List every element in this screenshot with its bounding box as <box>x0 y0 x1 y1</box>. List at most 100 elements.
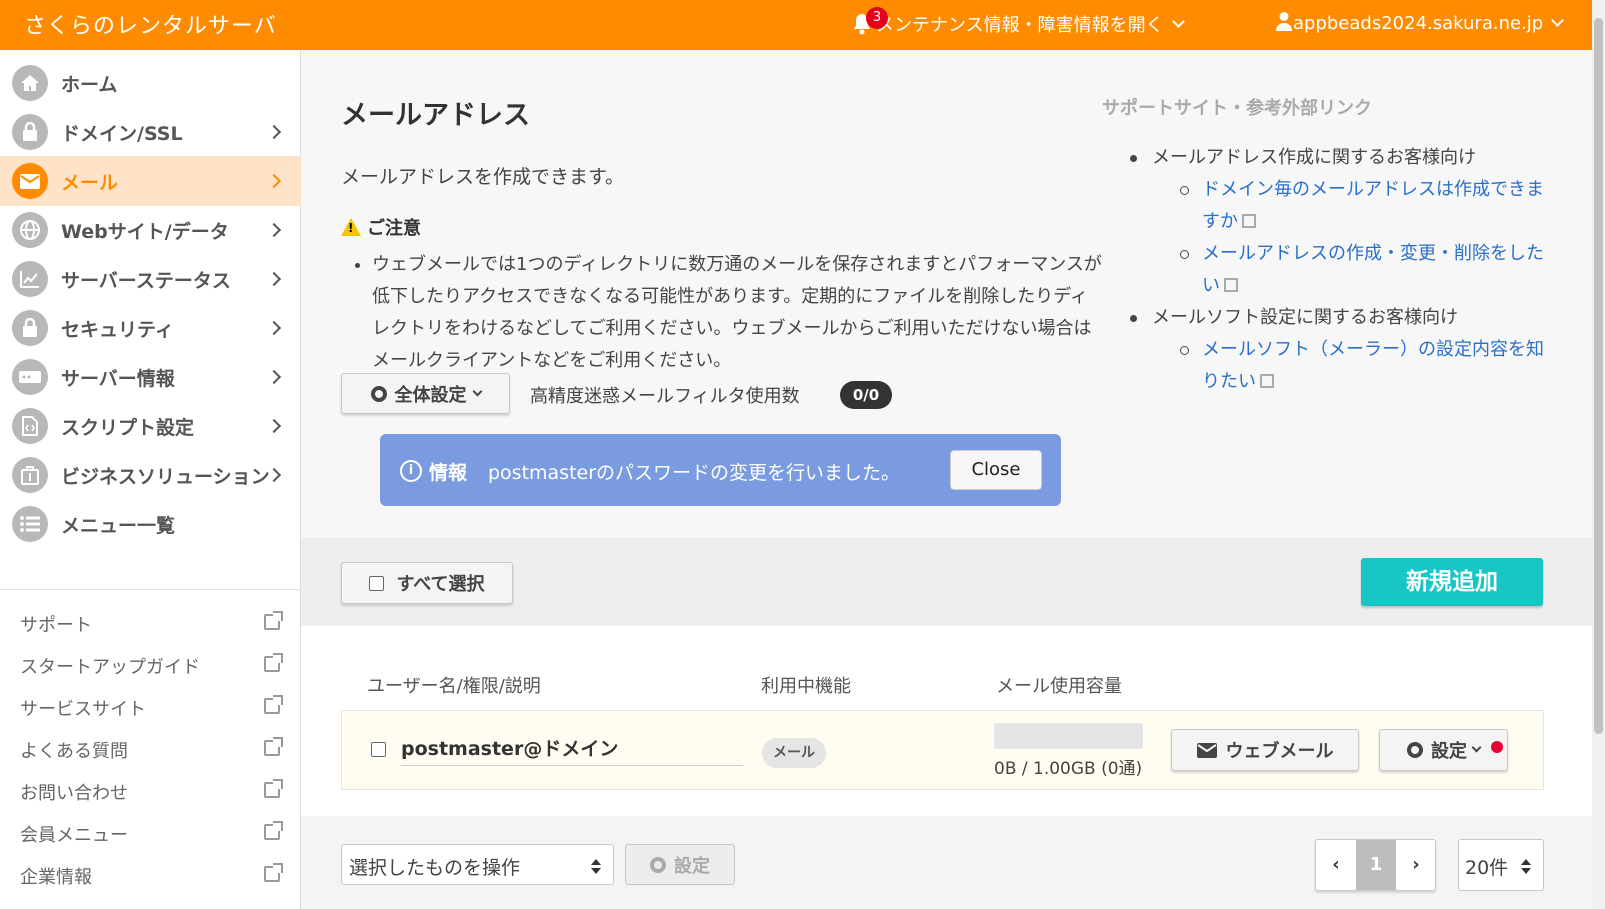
chevron-right-icon <box>266 369 282 385</box>
chevron-right-icon <box>266 222 282 238</box>
external-link-icon <box>264 779 283 798</box>
warning-icon: ! <box>341 218 361 236</box>
mail-icon <box>1196 742 1217 758</box>
chevron-right-icon <box>266 173 282 189</box>
sidebar-item-home[interactable]: ホーム <box>0 58 301 108</box>
caution-list: ウェブメールでは1つのディレクトリに数万通のメールを保存されますとパフォーマンス… <box>352 249 1102 377</box>
support-link[interactable]: ドメイン毎のメールアドレスは作成できますか <box>1130 174 1550 238</box>
prev-page-button[interactable]: ‹ <box>1316 840 1356 890</box>
top-bar: さくらのレンタルサーバ 3 メンテナンス情報・障害情報を開く appbeads2… <box>0 0 1592 50</box>
row-checkbox[interactable] <box>371 742 386 757</box>
gear-icon <box>1407 742 1423 758</box>
account-name: appbeads2024.sakura.ne.jp <box>1293 13 1544 34</box>
user-name-link[interactable]: postmaster@ドメイン <box>401 734 618 761</box>
pagination: ‹ 1 › <box>1315 839 1436 891</box>
select-all-checkbox[interactable] <box>369 575 385 591</box>
sidebar-item-server-info[interactable]: サーバー情報 <box>0 352 301 402</box>
row-settings-button[interactable]: 設定 <box>1379 729 1508 771</box>
chevron-down-icon <box>1551 14 1565 27</box>
sidebar-item-script-settings[interactable]: スクリプト設定 <box>0 401 301 451</box>
chevron-right-icon <box>266 418 282 434</box>
global-settings-button[interactable]: 全体設定 <box>341 373 510 414</box>
chevron-right-icon <box>266 320 282 336</box>
bulk-settings-button[interactable]: 設定 <box>625 844 735 885</box>
info-alert: i 情報 postmasterのパスワードの変更を行いました。 Close <box>380 434 1061 506</box>
support-link[interactable]: メールソフト（メーラー）の設定内容を知りたい <box>1130 334 1550 398</box>
caution-heading: ! ご注意 <box>341 214 421 240</box>
usage-bar <box>994 723 1143 749</box>
sidebar-item-label: ホーム <box>61 73 118 96</box>
select-all-button[interactable]: すべて選択 <box>341 562 513 604</box>
lock-icon <box>12 310 48 346</box>
external-link-icon <box>264 821 283 840</box>
close-button[interactable]: Close <box>950 450 1042 490</box>
external-link-contact[interactable]: お問い合わせ <box>20 779 283 805</box>
page-number-current[interactable]: 1 <box>1356 840 1396 890</box>
support-category: メールソフト設定に関するお客様向け <box>1130 302 1550 334</box>
server-icon <box>12 359 48 395</box>
external-link-icon <box>264 611 283 630</box>
gear-icon <box>650 856 666 873</box>
domain-lock-icon <box>12 114 48 150</box>
sidebar-item-label: セキュリティ <box>61 318 174 341</box>
support-links: メールアドレス作成に関するお客様向け ドメイン毎のメールアドレスは作成できますか… <box>1130 142 1550 398</box>
sidebar-item-label: ビジネスソリューション <box>61 465 270 488</box>
caution-title: ご注意 <box>367 218 421 239</box>
gear-icon <box>370 385 387 402</box>
support-link[interactable]: メールアドレスの作成・変更・削除をしたい <box>1130 238 1550 302</box>
chevron-right-icon <box>266 124 282 140</box>
scrollbar[interactable] <box>1592 0 1605 909</box>
home-icon <box>12 65 48 101</box>
external-link-icon <box>264 737 283 756</box>
globe-icon <box>12 212 48 248</box>
column-header-usage: メール使用容量 <box>996 676 1122 697</box>
sidebar-item-website-data[interactable]: Webサイト/データ <box>0 205 301 255</box>
column-header-feature: 利用中機能 <box>761 676 851 697</box>
sidebar-item-security[interactable]: セキュリティ <box>0 303 301 353</box>
user-icon <box>1275 11 1293 36</box>
page-description: メールアドレスを作成できます。 <box>341 166 625 188</box>
briefcase-icon <box>12 457 48 493</box>
sidebar-item-mail[interactable]: メール <box>0 156 301 206</box>
support-links-title: サポートサイト・参考外部リンク <box>1102 98 1372 119</box>
chevron-down-icon <box>1471 742 1482 753</box>
external-link-startup-guide[interactable]: スタートアップガイド <box>20 653 283 679</box>
external-link-icon <box>1242 214 1256 228</box>
external-link-company-info[interactable]: 企業情報 <box>20 863 283 889</box>
next-page-button[interactable]: › <box>1396 840 1435 890</box>
sidebar-item-business-solution[interactable]: ビジネスソリューション <box>0 450 301 500</box>
sidebar-item-domain-ssl[interactable]: ドメイン/SSL <box>0 107 301 157</box>
notification-badge: 3 <box>866 7 888 29</box>
script-icon <box>12 408 48 444</box>
add-new-button[interactable]: 新規追加 <box>1361 558 1543 606</box>
list-icon <box>12 506 48 542</box>
per-page-select[interactable]: 20件 <box>1458 839 1544 891</box>
external-link-service-site[interactable]: サービスサイト <box>20 695 283 721</box>
bulk-action-select[interactable]: 選択したものを操作 <box>341 844 614 885</box>
external-link-faq[interactable]: よくある質問 <box>20 737 283 763</box>
scrollbar-thumb[interactable] <box>1594 18 1603 734</box>
external-link-icon <box>264 695 283 714</box>
sidebar-item-menu-list[interactable]: メニュー一覧 <box>0 499 301 549</box>
info-label: 情報 <box>429 462 468 484</box>
caution-text: ウェブメールでは1つのディレクトリに数万通のメールを保存されますとパフォーマンス… <box>372 249 1102 377</box>
column-header-user: ユーザー名/権限/説明 <box>367 676 541 697</box>
account-menu[interactable]: appbeads2024.sakura.ne.jp <box>1275 11 1565 36</box>
external-link-support[interactable]: サポート <box>20 611 283 637</box>
usage-text: 0B / 1.00GB (0通) <box>994 759 1143 779</box>
chevron-down-icon <box>1171 14 1185 28</box>
webmail-button[interactable]: ウェブメール <box>1171 729 1359 771</box>
sidebar-item-server-status[interactable]: サーバーステータス <box>0 254 301 304</box>
sidebar-item-label: サーバーステータス <box>61 269 231 292</box>
external-link-member-menu[interactable]: 会員メニュー <box>20 821 283 847</box>
sidebar-item-label: スクリプト設定 <box>61 416 195 439</box>
chart-icon <box>12 261 48 297</box>
info-icon: i <box>400 460 422 482</box>
sidebar: ホーム ドメイン/SSL メール Webサイト/データ サーバーステータス セキ… <box>0 50 301 909</box>
maintenance-toggle[interactable]: 3 メンテナンス情報・障害情報を開く <box>852 7 1185 37</box>
mail-icon <box>12 163 48 199</box>
external-link-icon <box>264 653 283 672</box>
brand-logo[interactable]: さくらのレンタルサーバ <box>24 8 277 40</box>
sidebar-item-label: Webサイト/データ <box>61 220 229 243</box>
sidebar-item-label: メニュー一覧 <box>61 514 176 537</box>
